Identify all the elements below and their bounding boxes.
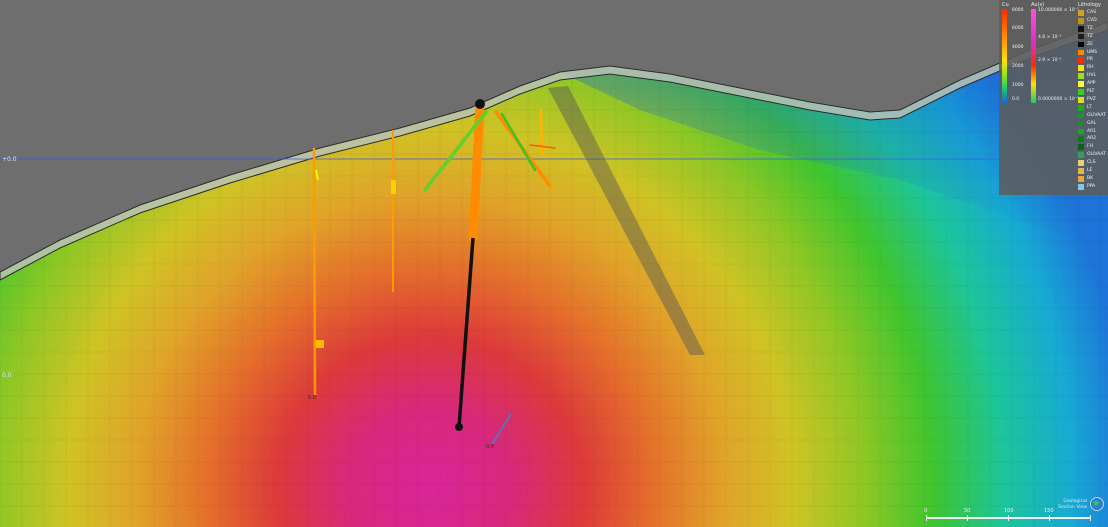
lithology-swatch	[1078, 136, 1084, 143]
lithology-swatch	[1078, 168, 1084, 174]
lithology-item: PVZ	[1078, 96, 1108, 104]
short-drillhole-tag: 0.0	[486, 444, 494, 450]
scale-label: 0	[924, 508, 928, 514]
lithology-label: CAS	[1087, 10, 1097, 15]
cu-tick: 8000	[1012, 8, 1024, 13]
cu-tick: 2000	[1012, 64, 1024, 69]
lithology-item: CLS	[1078, 159, 1108, 167]
lithology-item: APP	[1078, 80, 1108, 88]
lithology-label: BK	[1087, 175, 1094, 181]
lithology-item: OLIVAAT	[1078, 151, 1108, 159]
au-tick: 2.9 × 10⁻¹	[1038, 58, 1062, 63]
lithology-swatch	[1078, 49, 1084, 56]
lithology-label: ZE	[1087, 41, 1093, 47]
lithology-item: HVL	[1078, 72, 1108, 80]
au-color-ramp	[1031, 9, 1036, 103]
lithology-label: TZ	[1087, 33, 1093, 39]
lithology-item: CVD	[1078, 17, 1108, 25]
lithology-item: AR1	[1078, 128, 1108, 136]
lithology-swatch	[1078, 33, 1084, 40]
lithology-item: TZ	[1078, 25, 1108, 33]
au-tick: 10.000000 × 10⁻²	[1038, 8, 1079, 13]
lithology-label: PPA	[1087, 183, 1096, 189]
scale-label: 100	[1004, 508, 1014, 514]
lithology-swatch	[1078, 160, 1084, 166]
lithology-label: CVD	[1087, 17, 1097, 23]
lithology-label: RH	[1087, 65, 1094, 71]
cu-legend-title: Cu	[1002, 2, 1009, 8]
lithology-item: PLT	[1078, 88, 1108, 96]
lithology-label: OLIVAAT	[1087, 152, 1106, 158]
lithology-label: HVL	[1087, 73, 1096, 79]
lithology-label: OLIVAAT	[1087, 112, 1106, 118]
lithology-swatch	[1078, 128, 1084, 135]
scale-label: 150	[1044, 508, 1054, 514]
cu-tick: 0.0	[1012, 97, 1020, 102]
lithology-swatch	[1078, 120, 1084, 127]
elevation-label-middle: 0.0	[2, 372, 12, 379]
au-tick: 4.8 × 10⁻¹	[1038, 35, 1062, 40]
lithology-swatch	[1078, 41, 1084, 48]
lithology-label: TZ	[1087, 25, 1093, 31]
lithology-label: CLS	[1087, 160, 1096, 166]
lithology-item: PPA	[1078, 183, 1108, 191]
lithology-label: GAL	[1087, 120, 1097, 126]
drillhole-a-tag: 0.0	[308, 395, 316, 401]
lithology-legend-title: Lithology	[1078, 2, 1101, 8]
scale-label: 50	[964, 508, 971, 514]
lithology-label: LT	[1087, 104, 1092, 110]
legend-panel[interactable]: Cu 8000 6000 4000 2000 1000 0.0 Au(s) 10…	[999, 0, 1108, 195]
lithology-swatch	[1078, 10, 1084, 16]
lithology-swatch	[1078, 73, 1084, 79]
lithology-swatch	[1078, 65, 1084, 72]
lithology-swatch	[1078, 57, 1084, 64]
au-tick: 0.0000000 × 10⁻¹	[1038, 97, 1079, 102]
lithology-swatch	[1078, 144, 1084, 151]
lithology-swatch	[1078, 96, 1084, 103]
lithology-swatch	[1078, 175, 1084, 182]
lithology-label: PLT	[1087, 89, 1095, 94]
lithology-label: PVZ	[1087, 96, 1096, 102]
lithology-item: FH	[1078, 143, 1108, 151]
cu-tick: 6000	[1012, 26, 1024, 31]
lithology-swatch	[1078, 25, 1084, 32]
lithology-label: FH	[1087, 144, 1093, 150]
lithology-item: OLIVAAT	[1078, 112, 1108, 120]
elevation-label-top: +0.0	[2, 156, 17, 163]
lithology-swatch	[1078, 89, 1084, 95]
lithology-item: PR	[1078, 56, 1108, 64]
lithology-swatch	[1078, 81, 1084, 87]
cu-tick: 1000	[1012, 83, 1024, 88]
section-viewport[interactable]	[0, 0, 1108, 527]
lithology-item: LT	[1078, 104, 1108, 112]
lithology-label: AR2	[1087, 136, 1097, 142]
lithology-item: LE	[1078, 167, 1108, 175]
lithology-swatch	[1078, 152, 1084, 158]
cu-color-ramp	[1002, 9, 1007, 103]
scale-bar: 0 50 100 150	[922, 508, 1102, 523]
lithology-item: UMS	[1078, 49, 1108, 57]
lithology-swatch	[1078, 104, 1084, 111]
lithology-item: RH	[1078, 64, 1108, 72]
lithology-item: TZ	[1078, 33, 1108, 41]
lithology-label: UMS	[1087, 49, 1098, 55]
lithology-item: GAL	[1078, 120, 1108, 128]
lithology-item: BK	[1078, 175, 1108, 183]
lithology-swatch	[1078, 17, 1084, 24]
lithology-label: LE	[1087, 168, 1093, 173]
lithology-item: ZE	[1078, 41, 1108, 49]
lithology-label: APP	[1087, 81, 1096, 87]
lithology-swatch	[1078, 112, 1084, 119]
cu-tick: 4000	[1012, 45, 1024, 50]
lithology-item: CAS	[1078, 9, 1108, 17]
lithology-label: AR1	[1087, 128, 1097, 134]
lithology-label: PR	[1087, 57, 1093, 63]
footer-line-1: Geological	[1063, 499, 1087, 504]
lithology-item: AR2	[1078, 135, 1108, 143]
lithology-swatch	[1078, 183, 1084, 190]
